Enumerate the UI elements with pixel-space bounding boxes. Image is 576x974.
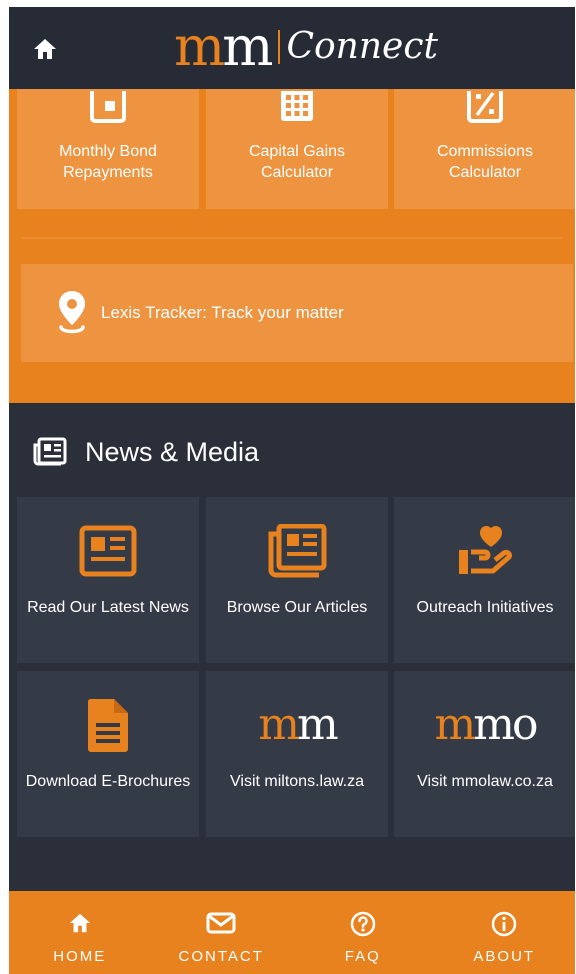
mm-connect-logo: mm Connect <box>174 17 438 77</box>
heart-hand-icon <box>459 525 512 574</box>
logo-text: Connect <box>286 26 438 67</box>
nav-home[interactable]: HOME <box>9 891 151 974</box>
square-icon <box>90 91 126 123</box>
newspaper-icon <box>33 437 67 466</box>
tool-label: Monthly Bond Repayments <box>59 143 157 181</box>
outreach-initiatives-card[interactable]: Outreach Initiatives <box>394 497 575 663</box>
lexis-tracker-button[interactable]: Lexis Tracker: Track your matter <box>21 264 573 362</box>
home-icon <box>69 913 90 933</box>
home-icon <box>34 39 56 59</box>
percent-icon <box>467 91 503 123</box>
tool-label: Commissions Calculator <box>436 143 533 181</box>
news-media-header: News & Media <box>9 403 575 497</box>
info-icon <box>492 911 517 937</box>
logo-divider <box>278 30 281 64</box>
card-label: Read Our Latest News <box>27 599 189 616</box>
mail-icon <box>206 912 236 934</box>
capital-gains-card[interactable]: Capital Gains Calculator <box>206 89 388 209</box>
logo-mark: mm <box>174 20 273 74</box>
monthly-bond-card[interactable]: Monthly Bond Repayments <box>17 89 199 209</box>
document-icon <box>87 699 128 752</box>
nav-label: FAQ <box>344 948 381 965</box>
section-divider <box>21 237 563 239</box>
logo-mark-white: m <box>222 15 273 78</box>
brand-mark-white: mo <box>473 699 538 750</box>
calculator-icon <box>281 91 313 121</box>
section-title: News & Media <box>85 437 260 467</box>
tools-section: Monthly Bond Repayments Capital Gains Ca… <box>9 89 575 403</box>
card-label: Outreach Initiatives <box>416 599 554 616</box>
nav-label: ABOUT <box>473 948 536 965</box>
brand-mark-orange: m <box>258 699 300 750</box>
location-pin-icon <box>59 291 85 334</box>
nav-about[interactable]: ABOUT <box>434 891 576 974</box>
tracker-label: Lexis Tracker: Track your matter <box>101 303 344 322</box>
home-button[interactable] <box>31 35 59 63</box>
articles-icon <box>268 524 327 578</box>
brand-mark-orange: m <box>434 699 477 750</box>
nav-faq[interactable]: FAQ <box>292 891 434 974</box>
read-latest-news-card[interactable]: Read Our Latest News <box>17 497 199 663</box>
app-screen: mm Connect Monthly Bond Repayments Capit… <box>9 7 575 974</box>
visit-miltons-card[interactable]: mm Visit miltons.law.za <box>206 671 388 837</box>
card-label: Download E-Brochures <box>25 773 191 790</box>
card-label: Visit mmolaw.co.za <box>417 773 553 790</box>
miltons-logo: mm <box>258 703 338 747</box>
mmolaw-logo: mmo <box>435 703 539 747</box>
commissions-card[interactable]: Commissions Calculator <box>394 89 575 209</box>
visit-mmolaw-card[interactable]: mmo Visit mmolaw.co.za <box>394 671 575 837</box>
download-brochures-card[interactable]: Download E-Brochures <box>17 671 199 837</box>
card-label: Visit miltons.law.za <box>230 773 364 790</box>
brand-mark-white: m <box>297 699 339 750</box>
question-icon <box>350 911 375 937</box>
browse-articles-card[interactable]: Browse Our Articles <box>206 497 388 663</box>
newspaper-icon <box>79 525 137 577</box>
app-header: mm Connect <box>9 7 575 89</box>
logo-mark-orange: m <box>174 15 225 78</box>
nav-contact[interactable]: CONTACT <box>151 891 293 974</box>
tool-label: Capital Gains Calculator <box>248 143 346 181</box>
nav-label: HOME <box>53 948 107 965</box>
bottom-navigation: HOME CONTACT FAQ ABOUT <box>9 891 575 974</box>
nav-label: CONTACT <box>178 948 264 965</box>
card-label: Browse Our Articles <box>226 599 368 616</box>
